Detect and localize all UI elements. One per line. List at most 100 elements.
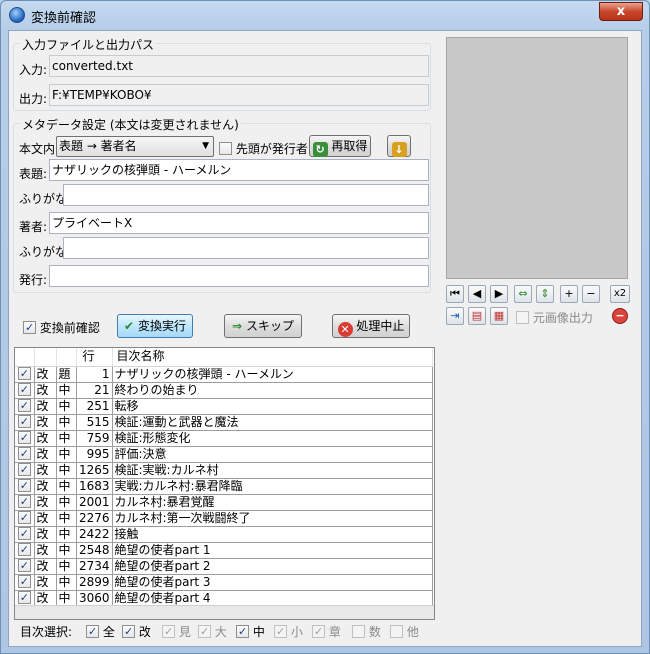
table-row[interactable]: 改中1265検証:実戦:カルネ村 [15, 462, 433, 479]
fit-height-icon[interactable]: ⇕ [536, 285, 554, 303]
original-image-output-checkbox[interactable]: 元画像出力 [516, 309, 593, 326]
toc-filter-check-icon[interactable] [352, 625, 365, 638]
image-grid-icon[interactable]: ▦ [490, 307, 508, 325]
row-check-icon[interactable] [17, 446, 31, 460]
table-row[interactable]: 改中515検証:運動と武器と魔法 [15, 414, 433, 431]
row-check-icon[interactable] [17, 510, 31, 524]
row-check[interactable] [15, 414, 35, 431]
table-row[interactable]: 改中2276カルネ村:第一次戦闘終了 [15, 510, 433, 527]
row-check-icon[interactable] [17, 462, 31, 476]
table-row[interactable]: 改中2734絶望の使者part 2 [15, 558, 433, 575]
input-path-field[interactable]: converted.txt [49, 55, 429, 77]
toc-filter-2[interactable]: 見 [162, 623, 191, 640]
body-order-select[interactable]: 表題 → 著者名 ▼ [56, 136, 214, 157]
row-check-icon[interactable] [17, 558, 31, 572]
toc-filter-check-icon[interactable] [162, 625, 175, 638]
col-line-header[interactable]: 行 [76, 348, 113, 367]
row-check-icon[interactable] [17, 430, 31, 444]
publisher-field[interactable] [49, 265, 429, 287]
row-check-icon[interactable] [17, 494, 31, 508]
pre-confirm-check-icon[interactable] [23, 321, 36, 334]
convert-button[interactable]: ✔ 変換実行 [117, 314, 193, 338]
original-image-check-icon[interactable] [516, 311, 529, 324]
table-row[interactable]: 改中2001カルネ村:暴君覚醒 [15, 494, 433, 511]
table-row[interactable]: 改中759検証:形態変化 [15, 430, 433, 447]
toc-filter-check-icon[interactable] [312, 625, 325, 638]
first-publisher-check-icon[interactable] [219, 142, 232, 155]
row-check-icon[interactable] [17, 414, 31, 428]
output-path-field[interactable]: F:¥TEMP¥KOBO¥ [49, 84, 429, 106]
toc-list[interactable]: 行 目次名称 改題1ナザリックの核弾頭 - ハーメルン改中21終わりの始まり改中… [14, 347, 435, 620]
row-check[interactable] [15, 446, 35, 463]
toc-filter-7[interactable]: 数 [352, 623, 381, 640]
row-check[interactable] [15, 574, 35, 591]
row-check[interactable] [15, 494, 35, 511]
table-row[interactable]: 改中2548絶望の使者part 1 [15, 542, 433, 559]
row-check[interactable] [15, 462, 35, 479]
prev-page-icon[interactable]: ◀ [468, 285, 486, 303]
row-check[interactable] [15, 558, 35, 575]
col-name-header[interactable]: 目次名称 [112, 348, 433, 367]
pre-confirm-checkbox[interactable]: 変換前確認 [23, 319, 100, 336]
toc-filter-6[interactable]: 章 [312, 623, 341, 640]
table-row[interactable]: 改中1683実戦:カルネ村:暴君降臨 [15, 478, 433, 495]
row-check[interactable] [15, 542, 35, 559]
toc-filter-0[interactable]: 全 [86, 623, 115, 640]
author-kana-field[interactable] [63, 237, 429, 259]
toc-filter-check-icon[interactable] [274, 625, 287, 638]
toc-filter-3[interactable]: 大 [198, 623, 227, 640]
toc-filter-8[interactable]: 他 [390, 623, 419, 640]
toc-filter-4[interactable]: 中 [236, 623, 265, 640]
fit-width-icon[interactable]: ⇔ [514, 285, 532, 303]
first-publisher-checkbox[interactable]: 先頭が発行者 [219, 140, 308, 157]
author-field[interactable]: プライベートX [49, 212, 429, 234]
title-kana-field[interactable] [63, 184, 429, 206]
import-button[interactable]: ↓ [387, 135, 411, 157]
table-row[interactable]: 改中3060絶望の使者part 4 [15, 590, 433, 607]
row-check-icon[interactable] [17, 478, 31, 492]
table-row[interactable]: 改中251転移 [15, 398, 433, 415]
row-check[interactable] [15, 526, 35, 543]
reload-button[interactable]: ↻ 再取得 [309, 135, 371, 157]
row-check-icon[interactable] [17, 574, 31, 588]
row-check[interactable] [15, 430, 35, 447]
abort-button[interactable]: ✕ 処理中止 [332, 314, 410, 338]
row-check[interactable] [15, 398, 35, 415]
row-check[interactable] [15, 366, 35, 383]
row-check[interactable] [15, 382, 35, 399]
title-bar[interactable]: 変換前確認 x [1, 1, 649, 29]
title-field[interactable]: ナザリックの核弾頭 - ハーメルン [49, 159, 429, 181]
row-check[interactable] [15, 590, 35, 607]
table-row[interactable]: 改中995評価:決意 [15, 446, 433, 463]
row-check-icon[interactable] [17, 398, 31, 412]
table-row[interactable]: 改中21終わりの始まり [15, 382, 433, 399]
col-type-header[interactable] [34, 348, 57, 367]
table-row[interactable]: 改中2899絶望の使者part 3 [15, 574, 433, 591]
toc-filter-1[interactable]: 改 [122, 623, 151, 640]
image-list-icon[interactable]: ▤ [468, 307, 486, 325]
next-page-icon[interactable]: ▶ [490, 285, 508, 303]
row-check-icon[interactable] [17, 382, 31, 396]
export-icon[interactable]: ⇥ [446, 307, 464, 325]
table-row[interactable]: 改題1ナザリックの核弾頭 - ハーメルン [15, 366, 433, 383]
row-check[interactable] [15, 510, 35, 527]
col-level-header[interactable] [56, 348, 77, 367]
row-check-icon[interactable] [17, 526, 31, 540]
table-row[interactable]: 改中2422接触 [15, 526, 433, 543]
toc-filter-check-icon[interactable] [236, 625, 249, 638]
double-size-button[interactable]: x2 [610, 285, 630, 303]
row-check-icon[interactable] [17, 366, 31, 380]
toc-filter-check-icon[interactable] [122, 625, 135, 638]
zoom-out-icon[interactable]: − [582, 285, 600, 303]
first-page-icon[interactable]: ⏮ [446, 285, 464, 303]
row-check[interactable] [15, 478, 35, 495]
zoom-in-icon[interactable]: + [560, 285, 578, 303]
close-button[interactable]: x [599, 2, 643, 21]
skip-button[interactable]: ⇒ スキップ [224, 314, 302, 338]
row-check-icon[interactable] [17, 542, 31, 556]
row-check-icon[interactable] [17, 590, 31, 604]
toc-filter-check-icon[interactable] [198, 625, 211, 638]
toc-filter-5[interactable]: 小 [274, 623, 303, 640]
toc-filter-check-icon[interactable] [390, 625, 403, 638]
toc-filter-check-icon[interactable] [86, 625, 99, 638]
